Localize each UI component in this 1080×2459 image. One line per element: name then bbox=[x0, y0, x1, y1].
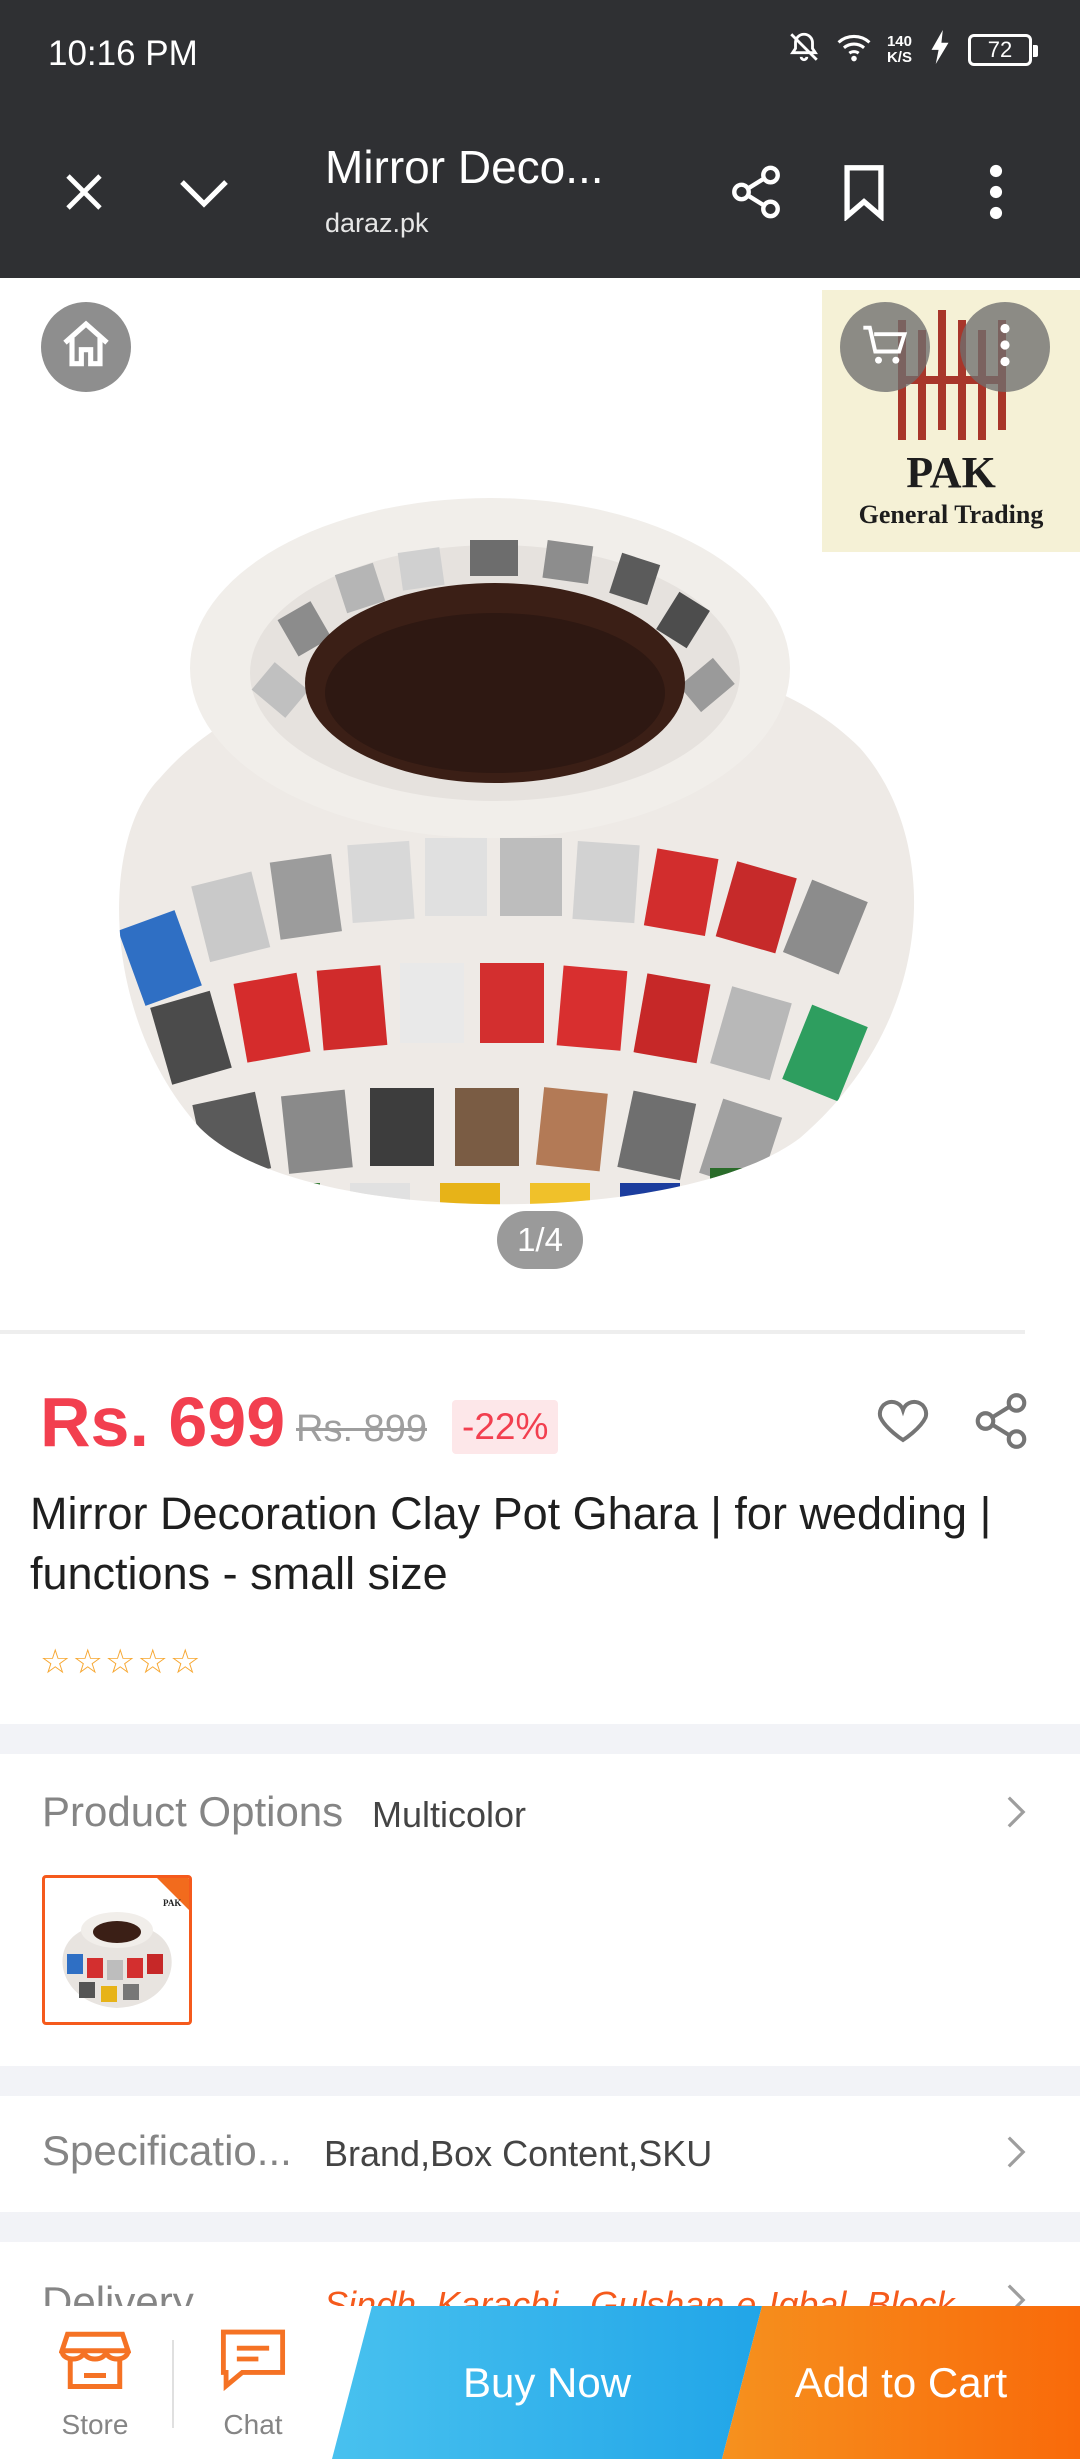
original-price: Rs. 899 bbox=[296, 1408, 427, 1450]
product-options-value: Multicolor bbox=[372, 1794, 527, 1835]
specification-value: Brand,Box Content,SKU bbox=[324, 2133, 713, 2174]
status-bar: 10:16 PM 140 K/S 72 bbox=[0, 0, 1080, 110]
net-speed-unit: K/S bbox=[886, 48, 912, 66]
page-url: daraz.pk bbox=[325, 208, 429, 238]
charging-icon bbox=[926, 30, 954, 69]
chevron-down-icon bbox=[176, 168, 232, 221]
star-icon: ☆ bbox=[137, 1643, 168, 1681]
section-gap bbox=[0, 1724, 1080, 1754]
buy-now-label: Buy Now bbox=[462, 2358, 632, 2406]
star-icon: ☆ bbox=[72, 1643, 103, 1681]
status-time: 10:16 PM bbox=[48, 34, 198, 73]
brand-logo-name: PAK bbox=[906, 448, 996, 497]
option-thumbnail-multicolor[interactable]: PAK bbox=[42, 1875, 192, 2025]
browser-toolbar: Mirror Deco... daraz.pk bbox=[0, 110, 1080, 278]
store-button[interactable]: Store bbox=[30, 2326, 160, 2441]
home-button[interactable] bbox=[41, 302, 131, 392]
share-page-button[interactable] bbox=[722, 160, 790, 228]
bottom-separator bbox=[172, 2340, 174, 2428]
more-vert-icon bbox=[997, 323, 1013, 372]
more-options-button[interactable] bbox=[962, 160, 1030, 228]
chat-label: Chat bbox=[223, 2409, 283, 2440]
star-icon: ☆ bbox=[40, 1643, 71, 1681]
chat-button[interactable]: Chat bbox=[188, 2326, 318, 2441]
discount-badge: -22% bbox=[452, 1400, 559, 1454]
store-label: Store bbox=[61, 2409, 129, 2440]
section-gap bbox=[0, 2212, 1080, 2242]
bookmark-button[interactable] bbox=[830, 160, 898, 228]
product-options-label: Product Options bbox=[42, 1788, 344, 1835]
share-product-button[interactable] bbox=[970, 1390, 1034, 1454]
heart-icon bbox=[873, 1399, 933, 1454]
wifi-icon bbox=[835, 30, 873, 69]
net-speed: 140 K/S bbox=[886, 32, 912, 66]
buy-now-button[interactable]: Buy Now bbox=[332, 2306, 762, 2459]
wishlist-button[interactable] bbox=[873, 1390, 937, 1454]
product-gallery[interactable]: PAK General Trading 1/4 bbox=[0, 278, 1080, 1330]
chat-icon bbox=[218, 2329, 288, 2396]
close-button[interactable] bbox=[50, 160, 118, 228]
cart-icon bbox=[859, 319, 911, 376]
share-icon bbox=[970, 1393, 1032, 1456]
image-counter: 1/4 bbox=[497, 1211, 583, 1269]
add-to-cart-label: Add to Cart bbox=[794, 2358, 1008, 2406]
home-icon bbox=[58, 317, 114, 378]
chevron-right-icon bbox=[1005, 2134, 1035, 2174]
price: Rs. 699 bbox=[40, 1383, 286, 1461]
page-title: Mirror Deco... bbox=[325, 141, 604, 193]
add-to-cart-button[interactable]: Add to Cart bbox=[722, 2306, 1080, 2459]
star-icon: ☆ bbox=[104, 1643, 136, 1681]
rating-stars[interactable]: ☆ ☆ ☆ ☆ ☆ bbox=[40, 1645, 200, 1679]
product-title: Mirror Decoration Clay Pot Ghara | for w… bbox=[30, 1488, 992, 1599]
cart-button[interactable] bbox=[840, 302, 930, 392]
gallery-more-button[interactable] bbox=[960, 302, 1050, 392]
close-icon bbox=[60, 168, 108, 221]
minimize-button[interactable] bbox=[170, 160, 238, 228]
net-speed-value: 140 bbox=[886, 32, 912, 50]
option-thumb-logo: PAK bbox=[163, 1898, 181, 1908]
chevron-right-icon bbox=[1005, 1794, 1035, 1834]
more-vert-icon bbox=[986, 164, 1006, 225]
share-icon bbox=[727, 163, 785, 226]
store-icon bbox=[58, 2331, 132, 2396]
status-icons: 140 K/S 72 bbox=[787, 30, 1038, 69]
brand-logo-subtitle: General Trading bbox=[859, 500, 1044, 529]
bell-muted-icon bbox=[787, 30, 821, 69]
star-icon: ☆ bbox=[169, 1643, 201, 1681]
bookmark-icon bbox=[839, 163, 889, 226]
section-gap bbox=[0, 2066, 1080, 2096]
bottom-action-bar: Store Chat Buy Now Add to Cart bbox=[0, 2306, 1080, 2459]
specification-label: Specificatio... bbox=[42, 2127, 292, 2174]
divider bbox=[0, 1330, 1025, 1334]
battery-icon: 72 bbox=[968, 33, 1038, 66]
